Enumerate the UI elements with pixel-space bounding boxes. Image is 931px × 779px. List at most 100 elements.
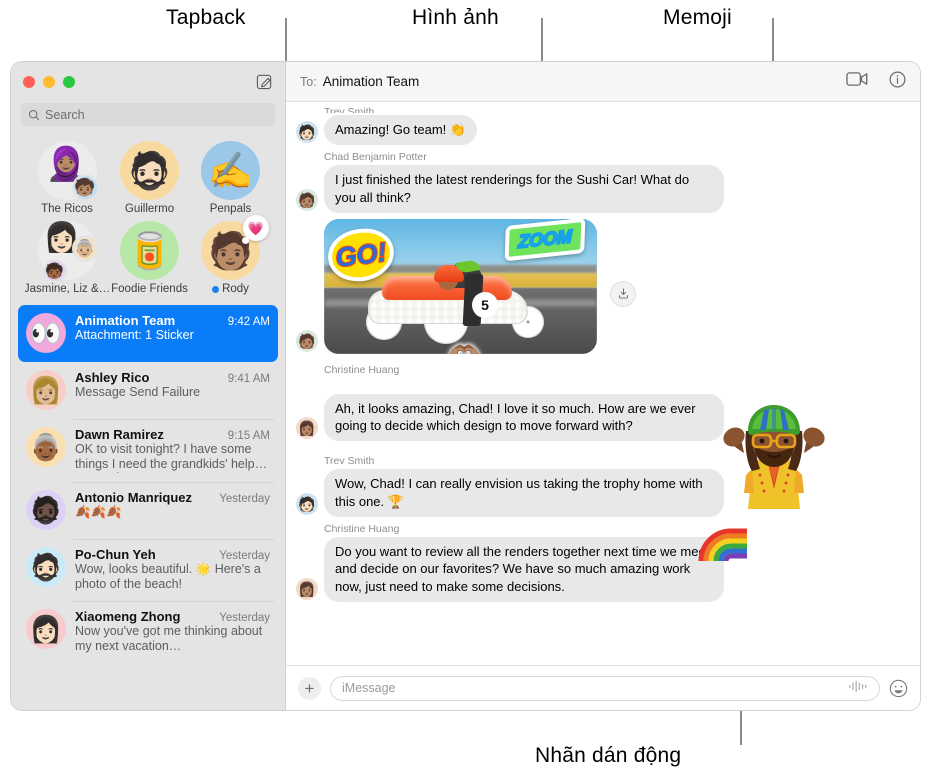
conversation-name: Antonio Manriquez xyxy=(75,489,192,505)
close-button[interactable] xyxy=(23,75,35,88)
pinned-item-jasmine-liz[interactable]: 👩🏻 👵🏼 🧒🏾 Jasmine, Liz &… xyxy=(25,221,109,295)
conversation-row-xiaomeng-zhong[interactable]: 👩🏻 Xiaomeng Zhong Yesterday Now you've g… xyxy=(18,601,278,664)
conversation-time: Yesterday xyxy=(219,612,270,624)
unread-dot xyxy=(212,285,220,293)
conversation-preview: Message Send Failure xyxy=(75,385,201,399)
conversation-row-animation-team[interactable]: 👀 Animation Team 9:42 AM Attachment: 1 S… xyxy=(18,305,278,362)
message-sender: Christine Huang xyxy=(324,522,400,535)
photo-attachment[interactable]: 5 GO! ZOOM 🫶🏽 xyxy=(324,218,597,354)
conversation-time: 9:15 AM xyxy=(227,430,270,442)
message-row[interactable]: 👩🏽 Do you want to review all the renders… xyxy=(296,536,906,602)
pinned-item-foodie-friends[interactable]: 🥫 Foodie Friends xyxy=(109,221,190,295)
pinned-item-label: The Ricos xyxy=(41,203,93,215)
message-row[interactable]: 🧑🏽 I just finished the latest renderings… xyxy=(296,165,906,213)
conversation-time: 9:42 AM xyxy=(227,316,270,328)
conversation-row-antonio-manriquez[interactable]: 🧔🏿 Antonio Manriquez Yesterday 🍂🍂🍂 xyxy=(18,481,278,539)
pinned-item-label: Foodie Friends xyxy=(111,283,188,295)
pinned-conversations-grid: 🧕🏽 🧒🏽 The Ricos 🧔🏻 Guillermo ✍️ Penpals … xyxy=(11,135,285,305)
conversation-time: 9:41 AM xyxy=(227,373,270,385)
zoom-button[interactable] xyxy=(63,75,75,88)
compose-icon[interactable] xyxy=(256,73,273,90)
avatar: 🧔🏻 xyxy=(26,546,66,587)
message-bubble[interactable]: I just finished the latest renderings fo… xyxy=(324,165,724,213)
traffic-light-buttons[interactable] xyxy=(23,75,75,88)
avatar: 👩🏻 👵🏼 🧒🏾 xyxy=(37,221,99,283)
search-icon xyxy=(28,109,40,120)
imessage-input[interactable]: iMessage xyxy=(330,675,880,701)
emoji-smiley-icon[interactable] xyxy=(889,679,908,698)
conversation-preview: Now you've got me thinking about my next… xyxy=(75,624,263,654)
avatar-tertiary: 🧒🏾 xyxy=(42,259,67,283)
message-composer: + iMessage xyxy=(286,665,920,710)
imessage-placeholder: iMessage xyxy=(342,681,396,695)
message-sender: Chad Benjamin Potter xyxy=(324,151,427,164)
message-thread[interactable]: Trev Smith 🧑🏻 Amazing! Go team! 👏 Chad B… xyxy=(286,102,920,665)
avatar: ✍️ xyxy=(201,141,260,200)
avatar: 🧑🏻 xyxy=(296,121,318,144)
avatar: 🧑🏽 xyxy=(296,329,318,352)
messages-app-window: Search 🧕🏽 🧒🏽 The Ricos 🧔🏻 Guillermo ✍️ P… xyxy=(11,62,920,710)
recipient-name[interactable]: Animation Team xyxy=(323,74,420,89)
conversation-list[interactable]: 👀 Animation Team 9:42 AM Attachment: 1 S… xyxy=(11,305,285,710)
pinned-item-label: Jasmine, Liz &… xyxy=(25,283,109,295)
avatar: 👵🏾 xyxy=(26,427,66,467)
audio-waveform-icon[interactable] xyxy=(848,680,868,696)
window-titlebar xyxy=(11,62,285,101)
avatar: 🧑🏽 xyxy=(296,188,318,211)
pinned-item-penpals[interactable]: ✍️ Penpals xyxy=(190,141,271,215)
message-row[interactable]: 🧑🏻 Amazing! Go team! 👏 xyxy=(296,115,906,146)
pinned-item-label: Rody xyxy=(212,283,249,295)
video-camera-icon[interactable] xyxy=(846,71,869,92)
search-input[interactable]: Search xyxy=(21,103,275,126)
avatar: 🧕🏽 🧒🏽 xyxy=(37,141,99,201)
heart-hands-sticker[interactable]: 🫶🏽 xyxy=(448,342,480,354)
callout-label-image: Hình ảnh xyxy=(412,6,499,29)
pinned-item-rody[interactable]: 🧑🏽 💗 Rody xyxy=(190,215,271,295)
sidebar: Search 🧕🏽 🧒🏽 The Ricos 🧔🏻 Guillermo ✍️ P… xyxy=(11,62,286,710)
avatar: 🧑🏻 xyxy=(296,492,318,515)
save-download-icon[interactable] xyxy=(611,281,635,306)
tapback-heart-badge[interactable]: 💗 xyxy=(242,215,269,244)
message-bubble[interactable]: Do you want to review all the renders to… xyxy=(324,536,724,602)
message-bubble[interactable]: Ah, it looks amazing, Chad! I love it so… xyxy=(324,393,724,442)
conversation-name: Ashley Rico xyxy=(75,370,150,385)
rainbow-sticker xyxy=(698,517,748,562)
minimize-button[interactable] xyxy=(43,75,55,88)
callout-label-tapback: Tapback xyxy=(166,6,246,29)
avatar-secondary: 👵🏼 xyxy=(71,235,99,262)
search-container: Search xyxy=(11,101,285,135)
pinned-item-guillermo[interactable]: 🧔🏻 Guillermo xyxy=(109,141,190,215)
avatar: 👩🏽 xyxy=(296,417,318,440)
add-attachment-button[interactable]: + xyxy=(298,676,321,700)
car-number: 5 xyxy=(472,291,498,318)
avatar: 👩🏼 xyxy=(26,370,66,410)
avatar: 🥫 xyxy=(120,221,179,280)
conversation-name: Animation Team xyxy=(75,313,176,328)
memoji-illustration xyxy=(723,405,825,509)
search-placeholder: Search xyxy=(45,107,85,122)
conversation-row-po-chun-yeh[interactable]: 🧔🏻 Po-Chun Yeh Yesterday Wow, looks beau… xyxy=(18,538,278,602)
avatar: 👩🏻 xyxy=(26,609,66,649)
conversation-panel: To: Animation Team Trev Smith 🧑🏻 Amazing… xyxy=(286,62,920,710)
conversation-time: Yesterday xyxy=(219,549,270,562)
message-bubble[interactable]: Wow, Chad! I can really envision us taki… xyxy=(324,469,724,517)
shrugging-memoji xyxy=(722,397,826,515)
message-row-photo[interactable]: 🧑🏽 5 GO! ZOOM xyxy=(296,218,906,354)
avatar: 👀 xyxy=(26,313,66,353)
conversation-header: To: Animation Team xyxy=(286,62,920,102)
info-circle-icon[interactable] xyxy=(889,71,906,93)
canned-food-icon: 🥫 xyxy=(127,229,172,271)
sushi-race-car: 5 xyxy=(360,258,544,344)
callout-label-sticker: Nhãn dán động xyxy=(535,744,682,767)
conversation-name: Xiaomeng Zhong xyxy=(75,609,181,624)
conversation-preview: 🍂🍂🍂 xyxy=(75,504,122,519)
conversation-preview: Wow, looks beautiful. 🌟 Here's a photo o… xyxy=(75,561,261,591)
conversation-row-ashley-rico[interactable]: 👩🏼 Ashley Rico 9:41 AM Message Send Fail… xyxy=(18,362,278,419)
avatar: 👩🏽 xyxy=(296,577,318,600)
pinned-item-label: Guillermo xyxy=(124,203,175,215)
callout-label-memoji: Memoji xyxy=(663,6,732,29)
message-bubble[interactable]: Amazing! Go team! 👏 xyxy=(324,115,478,146)
pinned-item-the-ricos[interactable]: 🧕🏽 🧒🏽 The Ricos xyxy=(25,141,109,215)
conversation-time: Yesterday xyxy=(219,492,270,505)
conversation-row-dawn-ramirez[interactable]: 👵🏾 Dawn Ramirez 9:15 AM OK to visit toni… xyxy=(18,419,278,482)
